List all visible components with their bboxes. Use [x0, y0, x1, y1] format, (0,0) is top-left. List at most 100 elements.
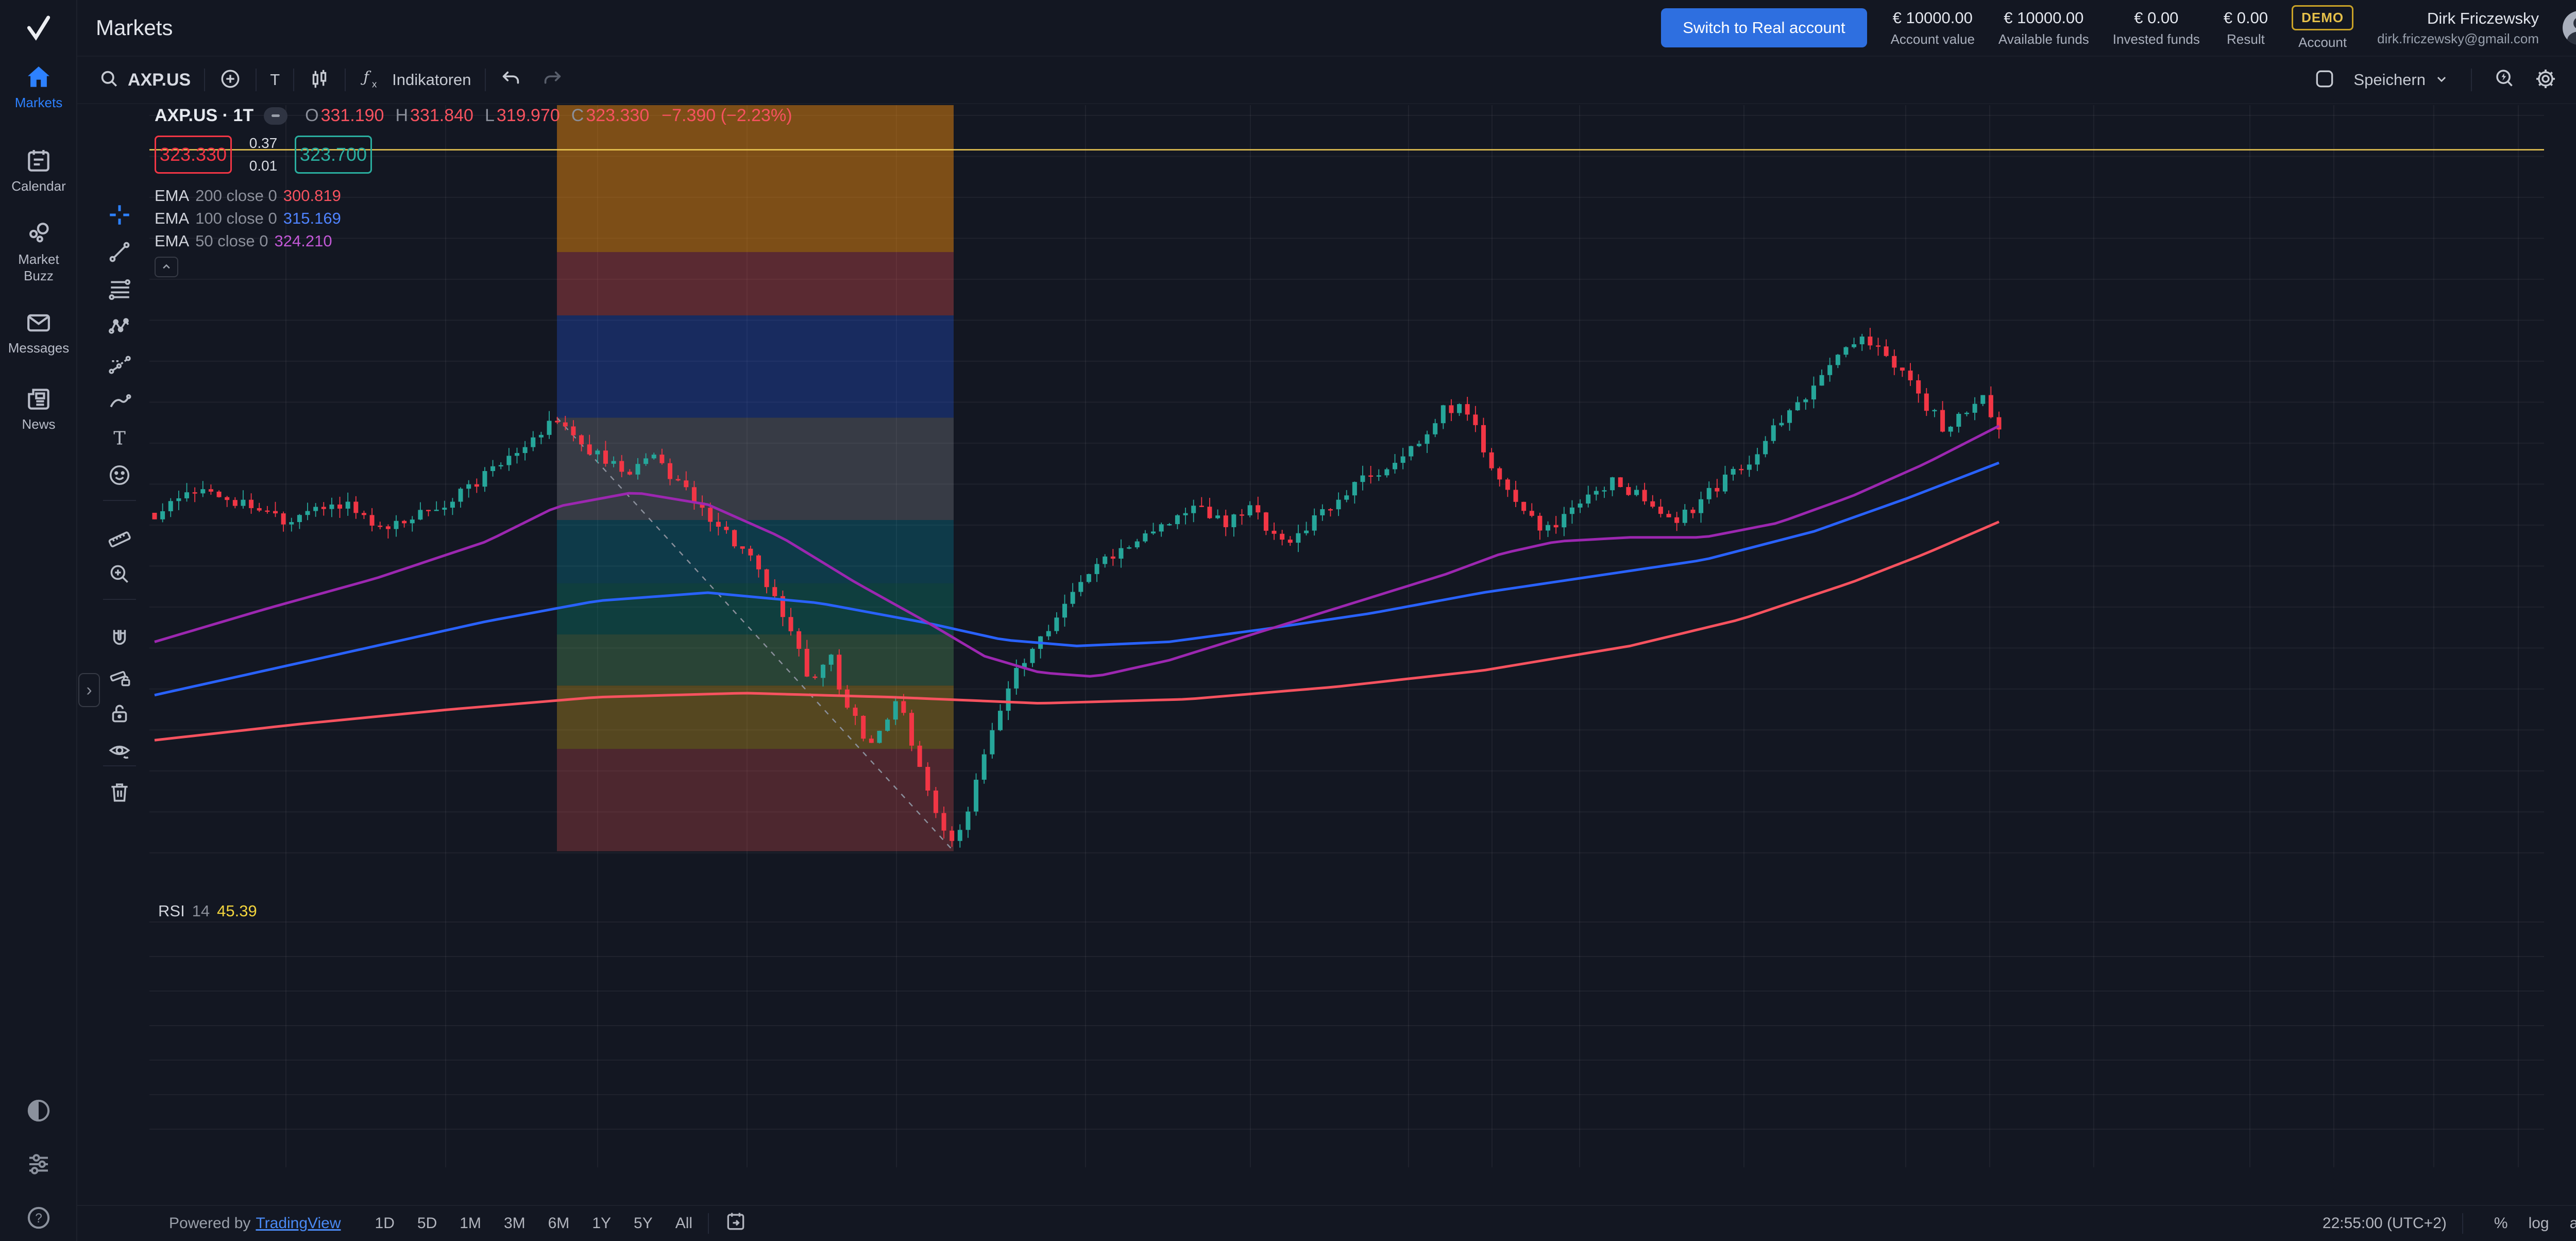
sidebar-item-label: News [0, 416, 77, 432]
preferences-sliders-icon[interactable] [25, 1150, 53, 1181]
close-value: 323.330 [586, 106, 649, 125]
range-all[interactable]: All [675, 1215, 692, 1232]
buy-button[interactable]: 323.700 [295, 136, 372, 174]
sidebar-item-market-buzz[interactable]: Market Buzz [0, 220, 77, 284]
chart-legend: AXP.US · 1T O331.190 H331.840 L319.970 C… [155, 106, 792, 277]
stat-label: Result [2227, 31, 2265, 47]
measure-tool-icon[interactable] [106, 524, 133, 550]
range-1m[interactable]: 1M [460, 1215, 481, 1232]
clock-label[interactable]: 22:55:00 (UTC+2) [2323, 1215, 2447, 1232]
ema-100-row[interactable]: EMA100 close 0 315.169 [155, 207, 792, 230]
crosshair-tool-icon[interactable] [106, 202, 133, 228]
ema-50-value: 324.210 [275, 232, 332, 250]
trend-line-tool-icon[interactable] [106, 239, 133, 265]
legend-symbol[interactable]: AXP.US · 1T [155, 106, 253, 126]
range-6m[interactable]: 6M [548, 1215, 570, 1232]
help-icon[interactable]: ? [25, 1204, 53, 1234]
stat-value: € 0.00 [2134, 9, 2178, 27]
compare-button[interactable] [218, 67, 242, 93]
sidebar-item-news[interactable]: News [0, 384, 77, 432]
symbol-search[interactable]: AXP.US [98, 68, 191, 93]
drawing-lock-tool-icon[interactable] [106, 663, 133, 690]
watchlist-expand-button[interactable]: › [78, 673, 100, 707]
stat-result: € 0.00 Result [2224, 9, 2268, 47]
range-buttons: 1D 5D 1M 3M 6M 1Y 5Y All [375, 1215, 693, 1232]
interval-label: T [270, 71, 280, 89]
forecast-tool-icon[interactable] [106, 351, 133, 378]
quick-search-icon[interactable] [2493, 67, 2516, 93]
avatar[interactable] [2563, 11, 2576, 45]
stat-invested-funds: € 0.00 Invested funds [2113, 9, 2200, 47]
fib-retracement-tool-icon[interactable] [106, 276, 133, 303]
save-button[interactable]: Speichern [2353, 70, 2450, 90]
indicator-legend: EMA200 close 0 300.819 EMA100 close 0 31… [155, 185, 792, 253]
fx-icon: ƒx [359, 66, 385, 94]
search-icon [98, 68, 121, 93]
range-3m[interactable]: 3M [504, 1215, 526, 1232]
ema-200-row[interactable]: EMA200 close 0 300.819 [155, 185, 792, 207]
high-value: 331.840 [410, 106, 473, 125]
indicators-button[interactable]: ƒx Indikatoren [359, 66, 471, 94]
gear-icon[interactable] [2534, 67, 2557, 93]
layout-select-icon[interactable] [2313, 68, 2336, 93]
user-email: dirk.friczewsky@gmail.com [2377, 31, 2539, 47]
undo-button[interactable] [499, 67, 523, 93]
ohlc-values: O331.190 H331.840 L319.970 C323.330 [305, 106, 649, 126]
stat-label: Available funds [1998, 31, 2089, 47]
pattern-xabcd-tool-icon[interactable] [106, 313, 133, 340]
ema-line [155, 426, 1999, 676]
range-1d[interactable]: 1D [375, 1215, 395, 1232]
chart-footer: Powered by TradingView 1D 5D 1M 3M 6M 1Y… [77, 1205, 2576, 1241]
open-value: 331.190 [321, 106, 384, 125]
hide-drawings-tool-icon[interactable] [106, 737, 133, 764]
tradingview-link[interactable]: TradingView [256, 1215, 341, 1232]
range-5d[interactable]: 5D [417, 1215, 437, 1232]
legend-collapse-pill[interactable] [264, 107, 287, 125]
emoji-tool-icon[interactable] [106, 462, 133, 489]
percent-scale-button[interactable]: % [2494, 1215, 2508, 1232]
sidebar: Markets Calendar Market Buzz Messages Ne… [0, 0, 77, 1241]
sidebar-item-markets[interactable]: Markets [0, 63, 77, 111]
ema-100-value: 315.169 [283, 209, 341, 228]
switch-to-real-account-button[interactable]: Switch to Real account [1661, 8, 1867, 47]
rsi-legend[interactable]: RSI 14 45.39 [158, 902, 257, 920]
page-title: Markets [96, 15, 173, 40]
interval-button[interactable]: T [270, 71, 280, 89]
home-icon [24, 85, 53, 94]
rsi-param: 14 [192, 902, 210, 920]
redo-button[interactable] [540, 67, 564, 93]
trading-app: { "header": { "title": "Markets", "switc… [0, 0, 2576, 1241]
chevron-down-icon [2433, 70, 2450, 90]
go-to-date-icon[interactable] [724, 1210, 747, 1237]
stat-label: Invested funds [2113, 31, 2200, 47]
sidebar-item-label: Calendar [0, 178, 77, 194]
chart-style-button[interactable] [308, 67, 331, 93]
sidebar-item-messages[interactable]: Messages [0, 308, 77, 356]
undo-icon [499, 67, 523, 93]
legend-collapse-button[interactable] [155, 257, 178, 277]
news-icon [24, 407, 53, 415]
lock-all-tool-icon[interactable] [106, 700, 133, 727]
user-name: Dirk Friczewsky [2427, 9, 2539, 28]
demo-label: Account [2298, 35, 2347, 51]
delete-drawings-tool-icon[interactable] [106, 779, 133, 806]
ema-50-row[interactable]: EMA50 close 0 324.210 [155, 230, 792, 253]
sidebar-item-calendar[interactable]: Calendar [0, 146, 77, 194]
candlesticks [152, 328, 2002, 848]
brush-tool-icon[interactable] [106, 388, 133, 415]
sell-button[interactable]: 323.330 [155, 136, 232, 174]
rsi-name: RSI [158, 902, 185, 920]
log-scale-button[interactable]: log [2529, 1215, 2549, 1232]
theme-contrast-icon[interactable] [25, 1097, 53, 1127]
plus-circle-icon [218, 67, 242, 93]
text-tool-icon[interactable]: T [106, 425, 133, 451]
save-label: Speichern [2353, 71, 2426, 89]
indicators-label: Indikatoren [392, 71, 471, 89]
app-logo-icon[interactable] [22, 11, 55, 47]
zoom-in-tool-icon[interactable] [106, 561, 133, 588]
range-1y[interactable]: 1Y [592, 1215, 611, 1232]
spread-value: 0.01 [249, 158, 278, 174]
range-5y[interactable]: 5Y [634, 1215, 653, 1232]
magnet-tool-icon[interactable] [106, 625, 133, 652]
auto-scale-button[interactable]: auto [2570, 1215, 2576, 1232]
